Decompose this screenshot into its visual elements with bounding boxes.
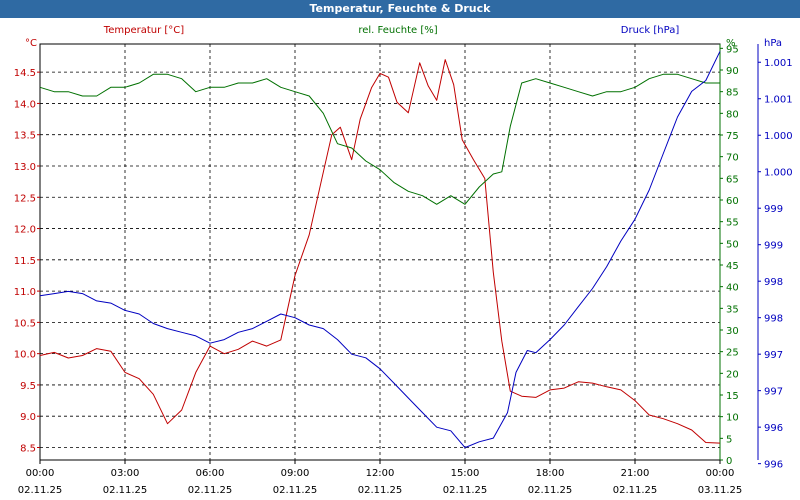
x-tick-date-label: 02.11.25 xyxy=(188,485,233,496)
temperature-tick-label: 14.5 xyxy=(14,68,36,79)
x-tick-date-label: 02.11.25 xyxy=(358,485,403,496)
humidity-tick-label: 10 xyxy=(726,413,739,424)
pressure-tick-label: 1.000 xyxy=(764,168,793,179)
temperature-tick-label: 9.0 xyxy=(20,412,36,423)
humidity-tick-label: 30 xyxy=(726,326,739,337)
temperature-series-label: Temperatur [°C] xyxy=(103,25,184,36)
temperature-tick-label: 9.5 xyxy=(20,381,36,392)
humidity-tick-label: 65 xyxy=(726,174,739,185)
temperature-tick-label: 10.5 xyxy=(14,318,36,329)
pressure-tick-label: 997 xyxy=(764,350,783,361)
x-tick-date-label: 03.11.25 xyxy=(698,485,743,496)
humidity-unit-label: % xyxy=(726,38,736,49)
humidity-tick-label: 20 xyxy=(726,369,739,380)
pressure-tick-label: 996 xyxy=(764,423,783,434)
temperature-tick-label: 8.5 xyxy=(20,443,36,454)
humidity-tick-label: 50 xyxy=(726,239,739,250)
temperature-tick-label: 13.0 xyxy=(14,162,36,173)
humidity-tick-label: 70 xyxy=(726,153,739,164)
humidity-series-label: rel. Feuchte [%] xyxy=(358,25,437,36)
temperature-tick-label: 11.5 xyxy=(14,256,36,267)
pressure-tick-label: 1.001 xyxy=(764,95,793,106)
humidity-tick-label: 0 xyxy=(726,456,732,467)
humidity-tick-label: 45 xyxy=(726,261,739,272)
pressure-unit-label: hPa xyxy=(764,38,782,49)
chart-window: Temperatur, Feuchte & Druck °C 14.5 14.0 13… xyxy=(0,0,800,500)
pressure-tick-label: 996 xyxy=(764,460,783,471)
x-tick-time-label: 00:00 xyxy=(26,468,55,479)
x-tick-date-label: 02.11.25 xyxy=(18,485,63,496)
x-tick-time-label: 12:00 xyxy=(366,468,395,479)
pressure-tick-label: 1.001 xyxy=(764,58,793,69)
x-tick-date-label: 02.11.25 xyxy=(528,485,573,496)
weather-chart: °C 14.5 14.0 13.5 13.0 12.5 12.0 11.5 11.0 10.5 10… xyxy=(14,25,793,496)
humidity-tick-label: 80 xyxy=(726,109,739,120)
x-tick-date-label: 02.11.25 xyxy=(613,485,658,496)
pressure-tick-label: 997 xyxy=(764,387,783,398)
humidity-tick-label: 55 xyxy=(726,218,739,229)
temperature-unit-label: °C xyxy=(25,38,37,49)
temperature-tick-label: 12.5 xyxy=(14,193,36,204)
x-tick-date-label: 02.11.25 xyxy=(443,485,488,496)
x-tick-time-label: 06:00 xyxy=(196,468,225,479)
pressure-tick-label: 999 xyxy=(764,241,783,252)
humidity-tick-label: 40 xyxy=(726,283,739,294)
temperature-tick-label: 11.0 xyxy=(14,287,36,298)
x-tick-date-label: 02.11.25 xyxy=(273,485,318,496)
humidity-tick-label: 85 xyxy=(726,88,739,99)
x-tick-time-label: 15:00 xyxy=(451,468,480,479)
x-tick-time-label: 00:00 xyxy=(706,468,735,479)
pressure-tick-label: 998 xyxy=(764,277,783,288)
temperature-tick-label: 12.0 xyxy=(14,225,36,236)
humidity-tick-label: 60 xyxy=(726,196,739,207)
humidity-tick-label: 75 xyxy=(726,131,739,142)
humidity-tick-label: 5 xyxy=(726,434,732,445)
x-tick-time-label: 09:00 xyxy=(281,468,310,479)
x-tick-time-label: 18:00 xyxy=(536,468,565,479)
pressure-series-label: Druck [hPa] xyxy=(621,25,680,36)
pressure-tick-label: 1.000 xyxy=(764,131,793,142)
humidity-tick-label: 15 xyxy=(726,391,739,402)
temperature-tick-label: 10.0 xyxy=(14,350,36,361)
x-tick-time-label: 03:00 xyxy=(111,468,140,479)
humidity-tick-label: 25 xyxy=(726,348,739,359)
pressure-tick-label: 999 xyxy=(764,204,783,215)
temperature-tick-label: 14.0 xyxy=(14,99,36,110)
pressure-tick-label: 998 xyxy=(764,314,783,325)
humidity-tick-label: 90 xyxy=(726,66,739,77)
humidity-tick-label: 35 xyxy=(726,304,739,315)
x-tick-date-label: 02.11.25 xyxy=(103,485,148,496)
temperature-tick-label: 13.5 xyxy=(14,131,36,142)
x-tick-time-label: 21:00 xyxy=(621,468,650,479)
